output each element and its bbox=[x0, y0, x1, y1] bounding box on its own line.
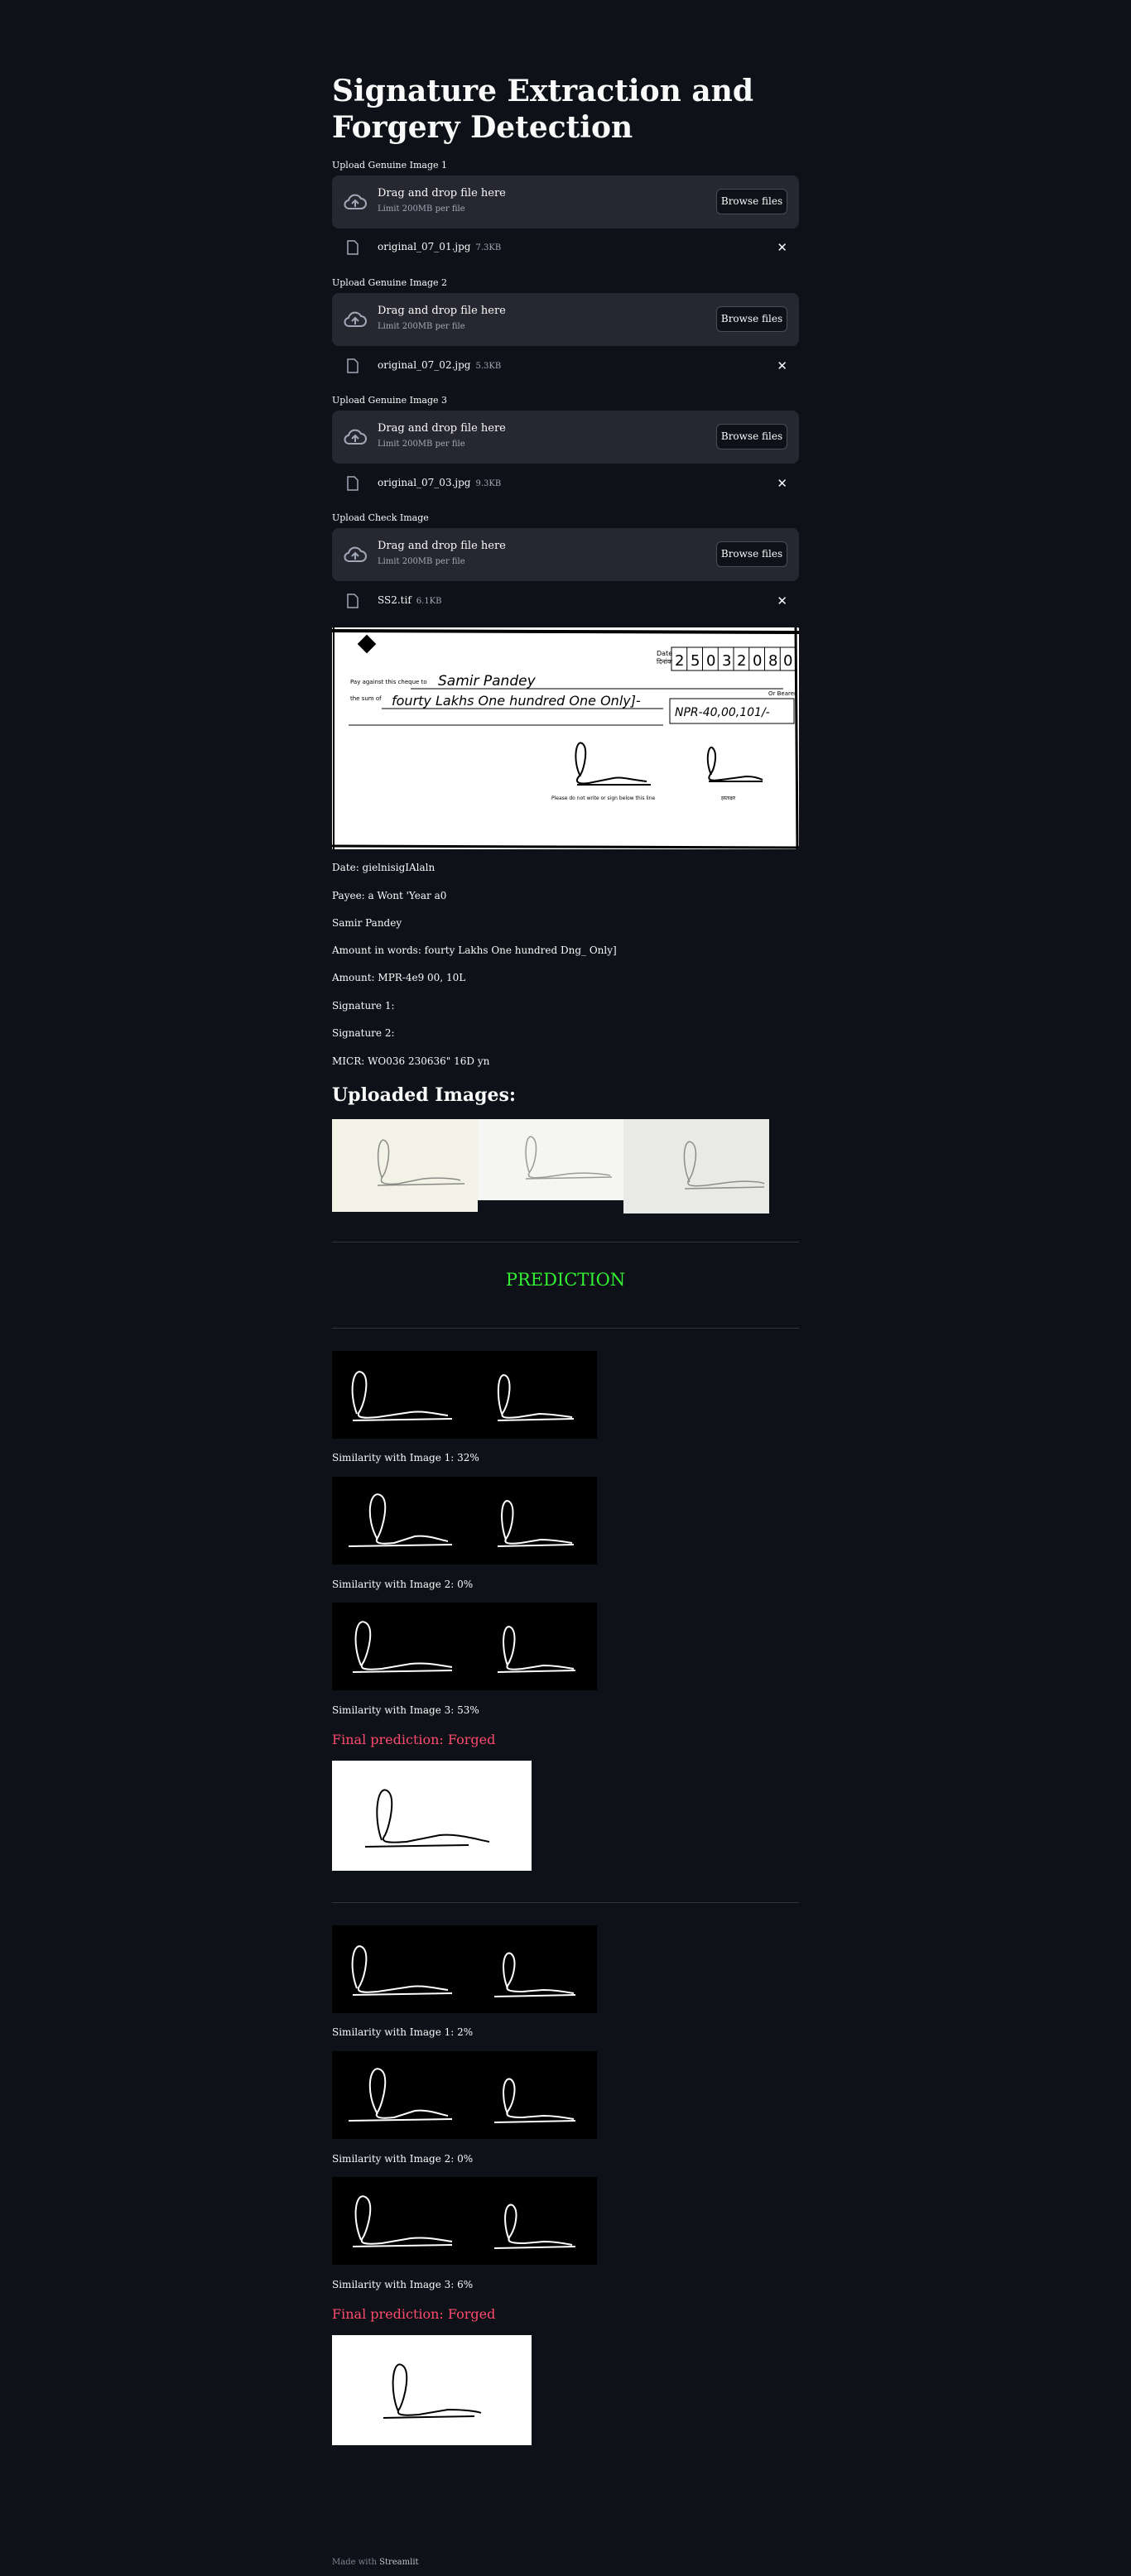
cloud-upload-icon bbox=[344, 311, 367, 327]
uploader-label-3: Upload Genuine Image 3 bbox=[332, 395, 448, 406]
footer-prefix: Made with bbox=[332, 2558, 380, 2567]
remove-file-icon[interactable]: ✕ bbox=[777, 358, 787, 373]
cheque-sum-label: the sum of bbox=[350, 695, 382, 702]
extracted-signature-2: Signature 2: bbox=[332, 1027, 395, 1039]
uploaded-file-3: original_07_03.jpg 9.3KB ✕ bbox=[332, 471, 799, 496]
similarity-text: Similarity with Image 2: 0% bbox=[332, 2153, 474, 2165]
date-digit: 2 bbox=[737, 652, 746, 670]
extracted-name: Samir Pandey bbox=[332, 917, 402, 929]
check-signature-image bbox=[332, 2335, 532, 2445]
dropzone-2[interactable]: Drag and drop file here Limit 200MB per … bbox=[332, 293, 799, 346]
streamlit-link[interactable]: Streamlit bbox=[379, 2558, 418, 2567]
remove-file-icon[interactable]: ✕ bbox=[777, 476, 787, 491]
browse-files-button[interactable]: Browse files bbox=[716, 306, 787, 332]
extracted-micr: MICR: WO036 230636" 16D yn bbox=[332, 1055, 490, 1067]
genuine-image-2 bbox=[478, 1119, 623, 1200]
file-size: 5.3KB bbox=[475, 362, 502, 371]
date-digit: 0 bbox=[753, 652, 762, 670]
divider bbox=[332, 1902, 799, 1903]
signature-comparison-6 bbox=[332, 2177, 597, 2265]
dropzone-1[interactable]: Drag and drop file here Limit 200MB per … bbox=[332, 175, 799, 228]
date-digit: 5 bbox=[691, 652, 700, 670]
uploaded-images-heading: Uploaded Images: bbox=[332, 1084, 516, 1106]
footer: Made with Streamlit bbox=[332, 2558, 419, 2567]
signature-comparison-4 bbox=[332, 1925, 597, 2013]
prediction-heading: PREDICTION bbox=[505, 1270, 626, 1290]
extracted-date: Date: gielnisigIAlaln bbox=[332, 862, 436, 873]
similarity-text: Similarity with Image 1: 32% bbox=[332, 1452, 479, 1463]
similarity-text: Similarity with Image 3: 53% bbox=[332, 1704, 479, 1716]
date-digit: 0 bbox=[783, 652, 792, 670]
remove-file-icon[interactable]: ✕ bbox=[777, 594, 787, 608]
dropzone-limit: Limit 200MB per file bbox=[378, 322, 465, 331]
dropzone-title: Drag and drop file here bbox=[378, 187, 506, 199]
file-size: 6.1KB bbox=[416, 597, 442, 606]
dropzone-limit: Limit 200MB per file bbox=[378, 204, 465, 214]
uploader-label-2: Upload Genuine Image 2 bbox=[332, 277, 448, 288]
cheque-sum-words: fourty Lakhs One hundred One Only]- bbox=[392, 693, 641, 709]
dropzone-3[interactable]: Drag and drop file here Limit 200MB per … bbox=[332, 411, 799, 464]
extracted-payee: Payee: a Wont 'Year a0 bbox=[332, 890, 447, 901]
file-size: 9.3KB bbox=[475, 479, 502, 488]
file-name: original_07_03.jpg bbox=[378, 477, 471, 488]
similarity-text: Similarity with Image 3: 6% bbox=[332, 2279, 474, 2290]
cheque-image: Date दिनांक 2 5 0 3 2 0 8 0 Pay against … bbox=[332, 627, 799, 849]
file-icon bbox=[347, 594, 359, 608]
signature-comparison-2 bbox=[332, 1477, 597, 1564]
dropzone-title: Drag and drop file here bbox=[378, 422, 506, 435]
cheque-date-label-2: दिनांक bbox=[657, 657, 673, 666]
cheque-date-label: Date bbox=[657, 650, 672, 657]
browse-files-button[interactable]: Browse files bbox=[716, 189, 787, 214]
cheque-or-bearer: Or Bearer bbox=[768, 690, 797, 697]
uploader-label-check: Upload Check Image bbox=[332, 512, 429, 523]
extracted-amount-words: Amount in words: fourty Lakhs One hundre… bbox=[332, 944, 617, 956]
file-name: original_07_01.jpg bbox=[378, 241, 471, 252]
cloud-upload-icon bbox=[344, 429, 367, 445]
check-signature-image bbox=[332, 1761, 532, 1871]
file-size: 7.3KB bbox=[475, 243, 502, 252]
similarity-text: Similarity with Image 2: 0% bbox=[332, 1579, 474, 1590]
file-icon bbox=[347, 476, 359, 491]
final-prediction: Final prediction: Forged bbox=[332, 2306, 496, 2322]
dropzone-title: Drag and drop file here bbox=[378, 540, 506, 552]
genuine-image-3 bbox=[623, 1119, 769, 1214]
file-icon bbox=[347, 240, 359, 255]
signature-comparison-1 bbox=[332, 1351, 597, 1439]
dropzone-check[interactable]: Drag and drop file here Limit 200MB per … bbox=[332, 528, 799, 581]
cloud-upload-icon bbox=[344, 546, 367, 562]
uploaded-file-check: SS2.tif 6.1KB ✕ bbox=[332, 589, 799, 613]
page-title: Signature Extraction and Forgery Detecti… bbox=[332, 74, 753, 145]
genuine-image-1 bbox=[332, 1119, 478, 1212]
cheque-sign-note: Please do not write or sign below this l… bbox=[551, 795, 655, 801]
cloud-upload-icon bbox=[344, 194, 367, 209]
date-digit: 0 bbox=[706, 652, 715, 670]
file-name: original_07_02.jpg bbox=[378, 359, 471, 371]
browse-files-button[interactable]: Browse files bbox=[716, 541, 787, 567]
dropzone-limit: Limit 200MB per file bbox=[378, 440, 465, 449]
date-digit: 8 bbox=[768, 652, 777, 670]
cheque-pay-line: Pay against this cheque to bbox=[350, 679, 427, 685]
divider bbox=[332, 1328, 799, 1329]
uploaded-file-1: original_07_01.jpg 7.3KB ✕ bbox=[332, 235, 799, 260]
date-digit: 2 bbox=[675, 652, 684, 670]
signature-comparison-5 bbox=[332, 2051, 597, 2139]
similarity-text: Similarity with Image 1: 2% bbox=[332, 2026, 474, 2038]
date-digit: 3 bbox=[722, 652, 731, 670]
extracted-signature-1: Signature 1: bbox=[332, 1000, 395, 1012]
cheque-payee: Samir Pandey bbox=[438, 673, 537, 690]
signature-comparison-3 bbox=[332, 1603, 597, 1690]
dropzone-title: Drag and drop file here bbox=[378, 305, 506, 317]
final-prediction: Final prediction: Forged bbox=[332, 1732, 496, 1747]
uploaded-file-2: original_07_02.jpg 5.3KB ✕ bbox=[332, 353, 799, 378]
file-icon bbox=[347, 358, 359, 373]
cheque-amount-box: NPR-40,00,101/- bbox=[675, 706, 770, 719]
browse-files-button[interactable]: Browse files bbox=[716, 424, 787, 449]
dropzone-limit: Limit 200MB per file bbox=[378, 557, 465, 566]
file-name: SS2.tif bbox=[378, 594, 411, 606]
cheque-sign-note-2: हस्ताक्षर bbox=[721, 795, 736, 801]
remove-file-icon[interactable]: ✕ bbox=[777, 240, 787, 255]
extracted-amount: Amount: MPR-4e9 00, 10L bbox=[332, 972, 466, 983]
uploader-label-1: Upload Genuine Image 1 bbox=[332, 160, 448, 171]
